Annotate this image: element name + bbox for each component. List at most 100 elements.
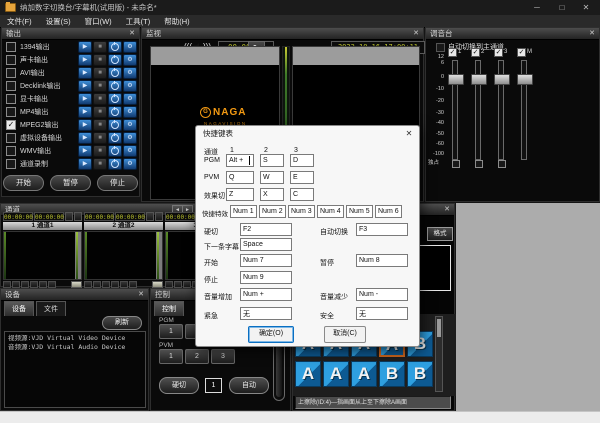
pgm-key-3-field[interactable] [290, 154, 314, 167]
quick-effect-4-field[interactable] [317, 205, 344, 218]
power-icon[interactable] [108, 106, 122, 118]
tab-file[interactable]: 文件 [36, 301, 66, 316]
menu-tools[interactable]: 工具(T) [126, 16, 151, 27]
stop-icon[interactable]: ■ [93, 119, 107, 131]
emergency-field[interactable] [240, 307, 292, 320]
effect-key-2-field[interactable] [260, 188, 284, 201]
bell-icon[interactable] [65, 212, 73, 221]
power-icon[interactable] [108, 119, 122, 131]
cancel-button[interactable]: 取消(C) [324, 326, 366, 343]
play-icon[interactable]: ▶ [78, 54, 92, 66]
output-checkbox[interactable] [6, 133, 16, 143]
auto-switch-checkbox[interactable] [436, 43, 445, 52]
transport-button[interactable] [48, 281, 56, 288]
close-icon[interactable]: ✕ [575, 0, 597, 15]
start-button[interactable]: 开始 [3, 175, 44, 191]
play-icon[interactable]: ▶ [78, 80, 92, 92]
play-icon[interactable]: ▶ [78, 106, 92, 118]
transport-button[interactable] [111, 281, 119, 288]
volume-down-field[interactable] [356, 288, 408, 301]
menu-window[interactable]: 窗口(W) [85, 16, 112, 27]
gear-icon[interactable]: ⚙ [123, 54, 137, 66]
take-count-field[interactable]: 1 [205, 378, 222, 393]
play-icon[interactable]: ▶ [78, 119, 92, 131]
device-list[interactable]: 视频源:VJD Virtual Video Device 音频源:VJD Vir… [4, 331, 146, 408]
output-checkbox[interactable] [6, 94, 16, 104]
channel-checkbox[interactable]: ✓ [517, 48, 526, 57]
minimize-icon[interactable]: ─ [526, 0, 548, 15]
output-checkbox[interactable] [6, 68, 16, 78]
power-icon[interactable] [108, 80, 122, 92]
tab-device[interactable]: 设备 [4, 301, 34, 316]
play-icon[interactable]: ▶ [78, 67, 92, 79]
close-icon[interactable]: ✕ [402, 126, 416, 142]
exclusive-checkbox[interactable] [475, 160, 483, 168]
transport-button[interactable] [39, 281, 47, 288]
stop-icon[interactable]: ■ [93, 41, 107, 53]
power-icon[interactable] [108, 145, 122, 157]
transport-button[interactable] [129, 281, 137, 288]
transport-button[interactable] [3, 281, 11, 288]
transport-button[interactable] [21, 281, 29, 288]
maximize-icon[interactable]: □ [551, 0, 573, 15]
quick-effect-6-field[interactable] [375, 205, 402, 218]
pgm-key-2-field[interactable] [260, 154, 284, 167]
output-checkbox[interactable]: ✓ [6, 120, 16, 130]
effect-tile[interactable]: B [407, 361, 433, 387]
power-icon[interactable] [108, 54, 122, 66]
pvm-button-3[interactable]: 3 [211, 349, 235, 364]
transport-button[interactable] [93, 281, 101, 288]
quick-effect-1-field[interactable] [230, 205, 257, 218]
hard-cut-button[interactable]: 硬切 [159, 377, 199, 394]
play-icon[interactable]: ▶ [78, 93, 92, 105]
pause-button[interactable]: 暂停 [50, 175, 91, 191]
volume-up-field[interactable] [240, 288, 292, 301]
folder-icon[interactable] [71, 281, 82, 288]
gear-icon[interactable]: ⚙ [123, 106, 137, 118]
bell-icon[interactable] [146, 212, 154, 221]
volume-slider-handle[interactable] [494, 74, 510, 85]
transport-button[interactable] [120, 281, 128, 288]
tab-control[interactable]: 控制 [154, 301, 184, 316]
pause-field[interactable] [356, 254, 408, 267]
pvm-key-2-field[interactable] [260, 171, 284, 184]
close-icon[interactable]: ✕ [127, 28, 137, 39]
stop-icon[interactable]: ■ [93, 158, 107, 170]
stop-icon[interactable]: ■ [93, 80, 107, 92]
quick-effect-2-field[interactable] [259, 205, 286, 218]
stop-icon[interactable]: ■ [93, 132, 107, 144]
stop-icon[interactable]: ■ [93, 54, 107, 66]
output-checkbox[interactable] [6, 81, 16, 91]
volume-slider-handle[interactable] [517, 74, 533, 85]
quick-effect-3-field[interactable] [288, 205, 315, 218]
channel-checkbox[interactable]: ✓ [448, 48, 457, 57]
scrollbar[interactable] [435, 316, 443, 392]
exclusive-checkbox[interactable] [498, 160, 506, 168]
pvm-key-1-field[interactable] [226, 171, 254, 184]
effect-tile[interactable]: B [379, 361, 405, 387]
effect-tile[interactable]: A [351, 361, 377, 387]
pvm-button-1[interactable]: 1 [159, 349, 183, 364]
transport-button[interactable] [84, 281, 92, 288]
transport-button[interactable] [102, 281, 110, 288]
quick-effect-5-field[interactable] [346, 205, 373, 218]
gear-icon[interactable]: ⚙ [123, 132, 137, 144]
exclusive-checkbox[interactable] [452, 160, 460, 168]
folder-icon[interactable] [152, 281, 163, 288]
close-icon[interactable]: ✕ [136, 289, 146, 300]
channel-options-button[interactable] [155, 212, 163, 221]
stop-icon[interactable]: ■ [93, 67, 107, 79]
effect-key-3-field[interactable] [290, 188, 314, 201]
output-checkbox[interactable] [6, 42, 16, 52]
volume-slider-handle[interactable] [471, 74, 487, 85]
volume-slider-handle[interactable] [448, 74, 464, 85]
gear-icon[interactable]: ⚙ [123, 145, 137, 157]
output-checkbox[interactable] [6, 159, 16, 169]
transport-button[interactable] [30, 281, 38, 288]
stop-field[interactable] [240, 271, 292, 284]
pvm-key-3-field[interactable] [290, 171, 314, 184]
refresh-button[interactable]: 刷新 [102, 316, 142, 330]
power-icon[interactable] [108, 67, 122, 79]
play-icon[interactable]: ▶ [78, 41, 92, 53]
pgm-button-1[interactable]: 1 [159, 324, 183, 339]
